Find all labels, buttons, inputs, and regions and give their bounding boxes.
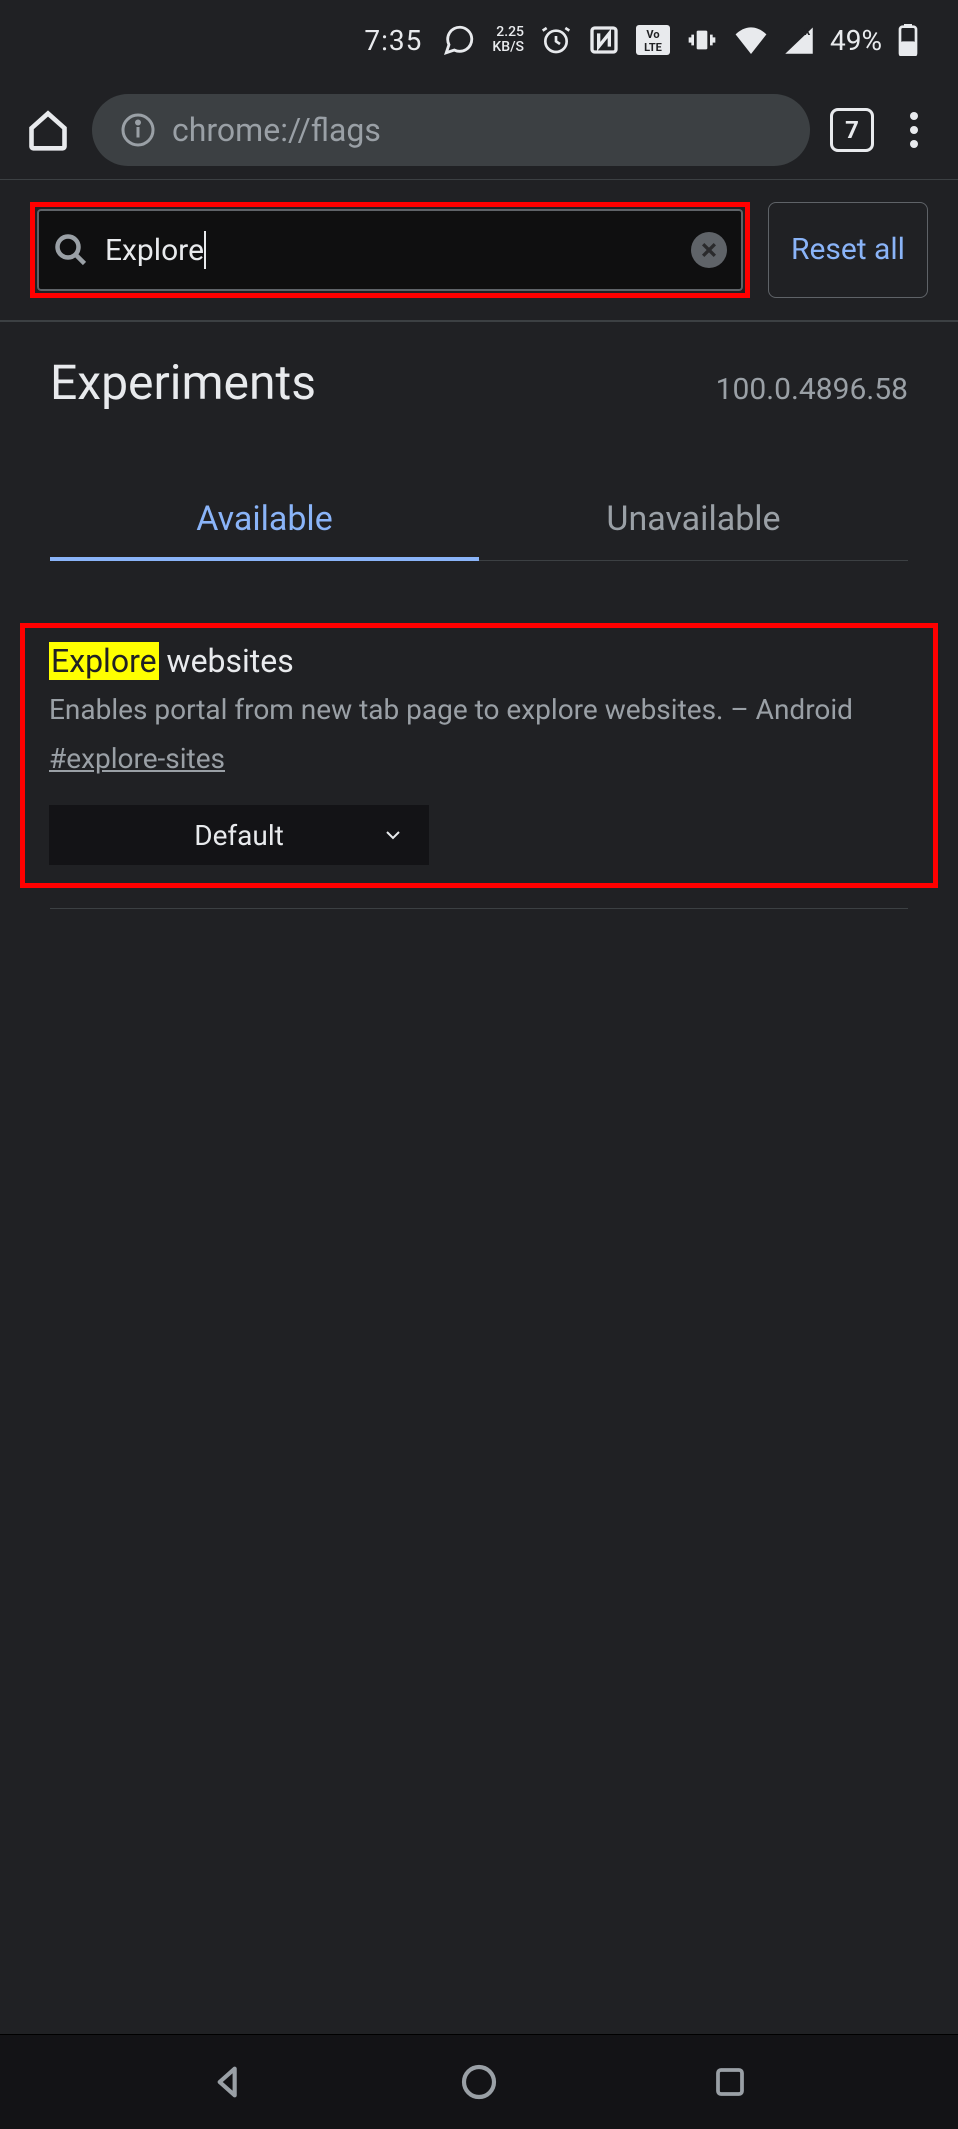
- whatsapp-icon: [442, 23, 476, 57]
- version-label: 100.0.4896.58: [716, 372, 908, 407]
- wifi-icon: [734, 26, 768, 54]
- nav-recents-button[interactable]: [707, 2060, 752, 2105]
- tab-switcher[interactable]: 7: [830, 108, 874, 152]
- page-header: Experiments 100.0.4896.58: [0, 322, 958, 421]
- flag-select[interactable]: Default: [49, 805, 429, 865]
- search-input[interactable]: Explore: [105, 233, 204, 268]
- alarm-icon: [540, 24, 572, 56]
- clear-search-button[interactable]: [691, 232, 727, 268]
- browser-toolbar: chrome://flags 7: [0, 80, 958, 180]
- flag-hash-link[interactable]: #explore-sites: [49, 742, 909, 775]
- flag-title-rest: websites: [159, 642, 294, 680]
- svg-text:x: x: [804, 26, 811, 39]
- volte-icon: VoLTE: [636, 25, 670, 55]
- nav-home-button[interactable]: [457, 2060, 502, 2105]
- vibrate-icon: [686, 24, 718, 56]
- network-speed: 2.25 KB/S: [492, 25, 524, 55]
- tab-unavailable[interactable]: Unavailable: [479, 481, 908, 560]
- svg-text:Vo: Vo: [646, 28, 659, 41]
- home-button[interactable]: [24, 106, 72, 154]
- search-area: Explore Reset all: [0, 180, 958, 322]
- url-bar[interactable]: chrome://flags: [92, 94, 810, 166]
- tabs: Available Unavailable: [50, 481, 908, 561]
- reset-all-button[interactable]: Reset all: [768, 202, 928, 298]
- status-time: 7:35: [364, 24, 422, 57]
- text-cursor: [204, 231, 206, 269]
- search-icon: [53, 232, 89, 268]
- flag-title-highlight: Explore: [49, 642, 159, 680]
- status-bar: 7:35 2.25 KB/S VoLTE x 49%: [0, 0, 958, 80]
- url-text: chrome://flags: [172, 111, 381, 149]
- signal-icon: x: [784, 26, 814, 54]
- battery-icon: [898, 24, 918, 56]
- svg-text:LTE: LTE: [644, 41, 662, 54]
- search-highlight: Explore: [30, 202, 750, 298]
- chevron-down-icon: [381, 823, 405, 847]
- flag-item-highlight: Explore websites Enables portal from new…: [20, 623, 938, 888]
- info-icon: [120, 112, 156, 148]
- flag-select-value: Default: [194, 819, 284, 852]
- divider: [50, 908, 908, 909]
- nfc-icon: [588, 24, 620, 56]
- flag-description: Enables portal from new tab page to expl…: [49, 690, 909, 730]
- page-title: Experiments: [50, 354, 316, 411]
- system-nav-bar: [0, 2034, 958, 2129]
- battery-percent: 49%: [830, 24, 882, 57]
- menu-button[interactable]: [894, 110, 934, 150]
- tab-available[interactable]: Available: [50, 481, 479, 561]
- flag-title: Explore websites: [49, 642, 909, 680]
- search-box[interactable]: Explore: [37, 209, 743, 291]
- nav-back-button[interactable]: [206, 2060, 251, 2105]
